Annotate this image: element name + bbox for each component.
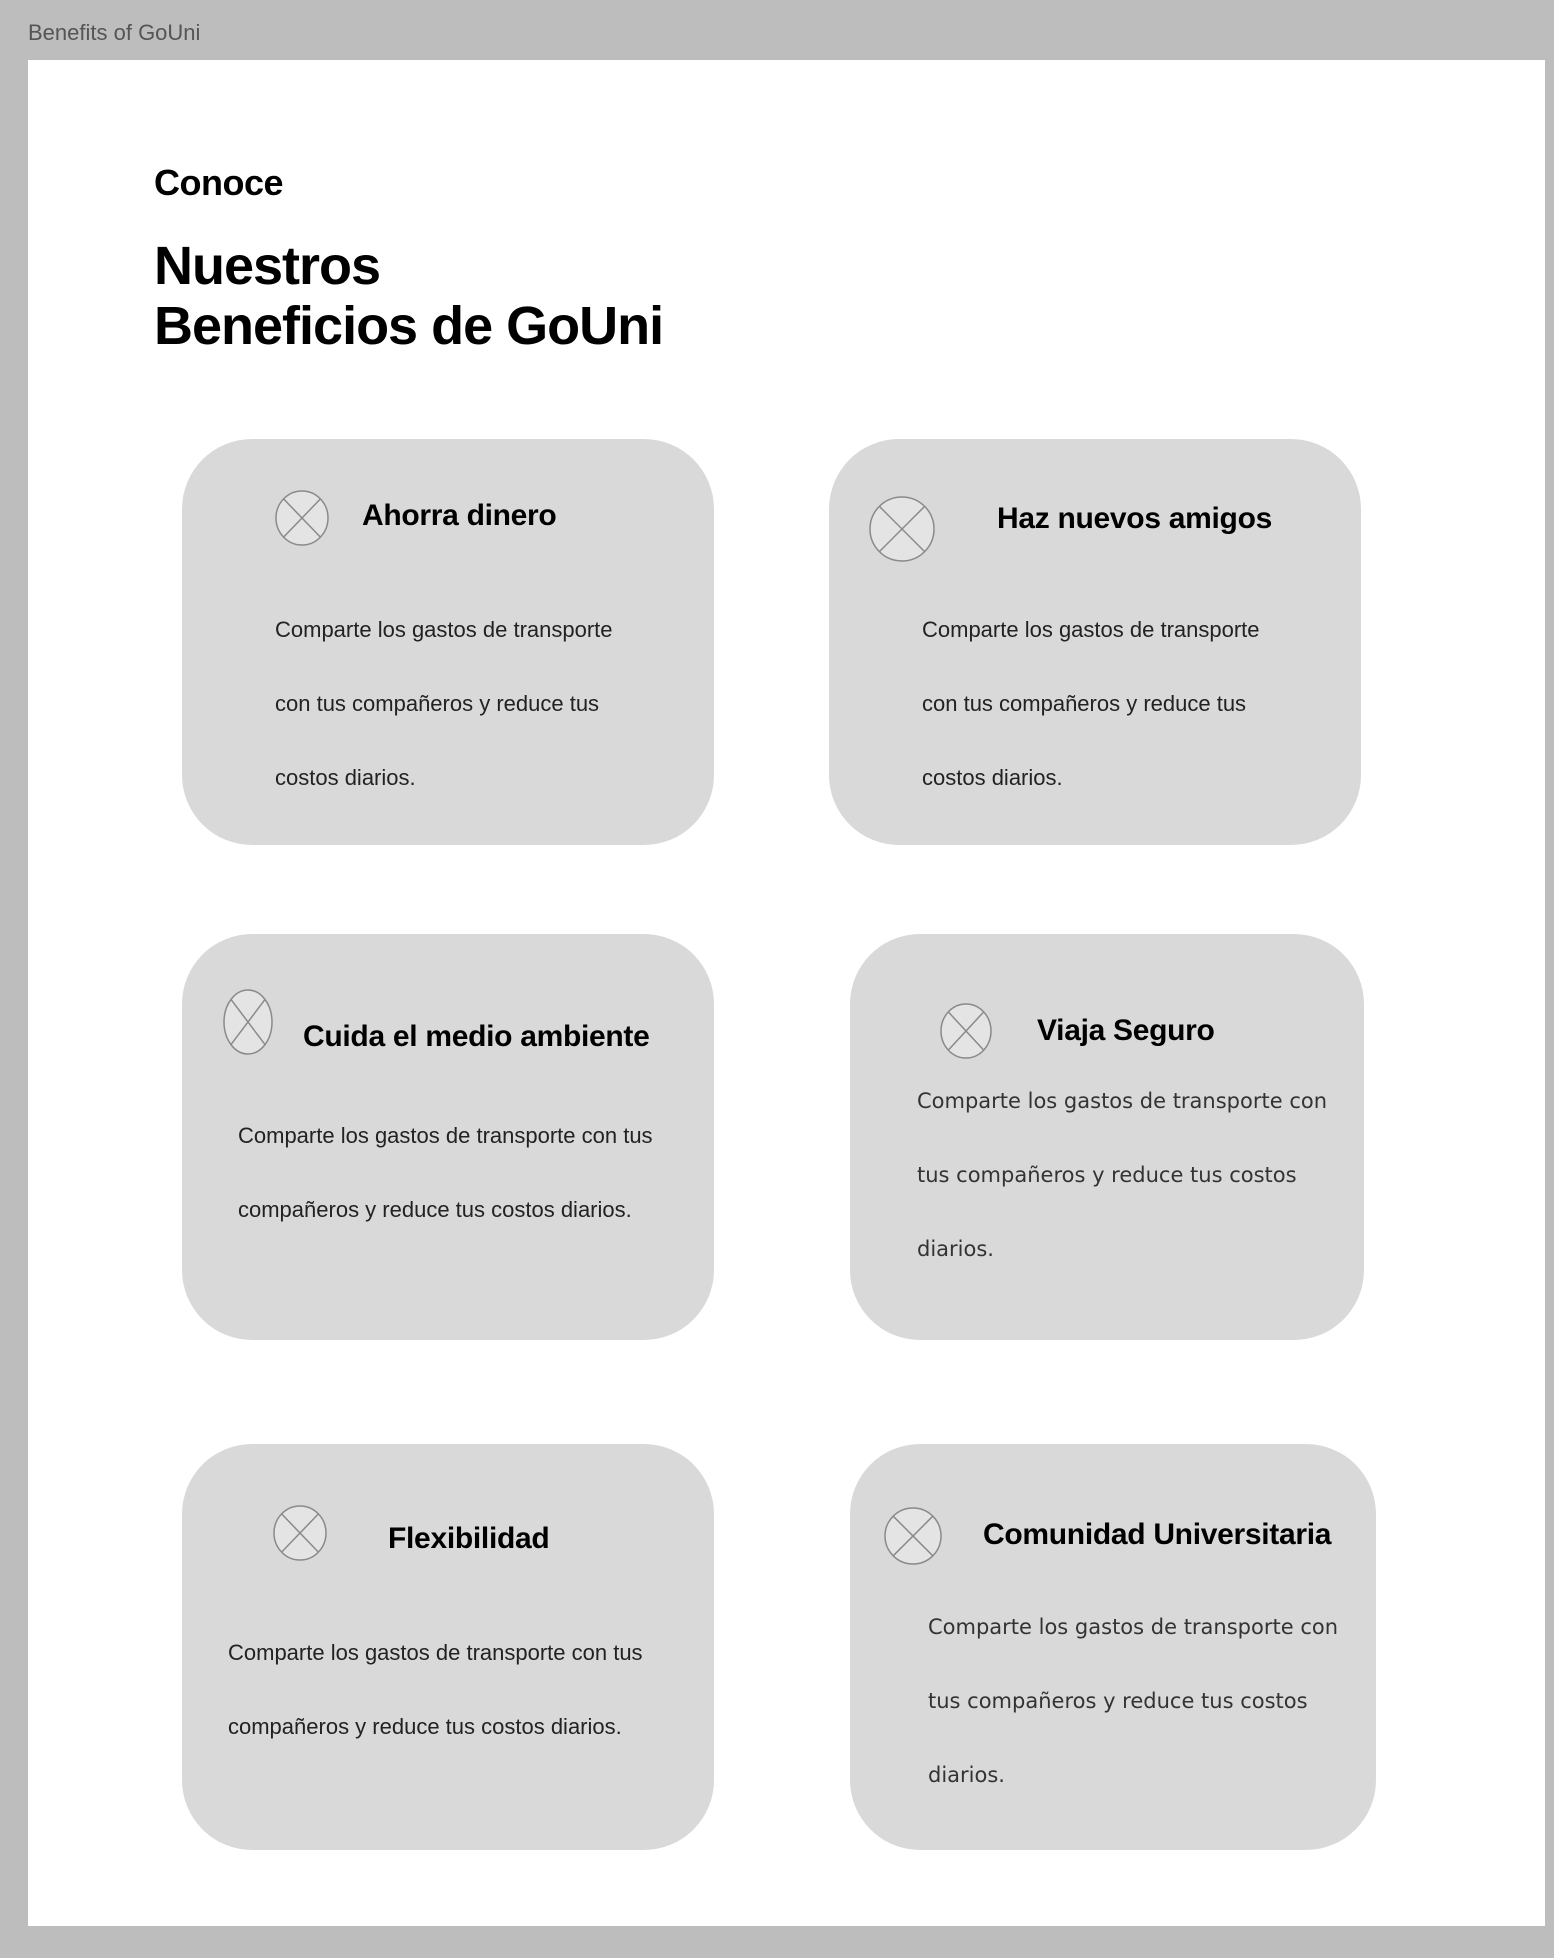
card-title: Haz nuevos amigos [997, 502, 1272, 535]
frame-label: Benefits of GoUni [28, 20, 201, 45]
benefit-card-haz-nuevos-amigos: Haz nuevos amigos Comparte los gastos de… [829, 439, 1361, 845]
card-title: Ahorra dinero [362, 499, 557, 532]
card-description: Comparte los gastos de transporte con tu… [922, 617, 1260, 790]
image-placeholder-icon [275, 490, 329, 546]
image-placeholder-icon [884, 1507, 942, 1565]
image-placeholder-icon [273, 1505, 327, 1561]
card-description: Comparte los gastos de transporte con tu… [228, 1640, 643, 1739]
benefit-card-comunidad-universitaria: Comunidad Universitaria Comparte los gas… [850, 1444, 1376, 1850]
card-description: Comparte los gastos de transporte con tu… [917, 1089, 1328, 1261]
card-title: Comunidad Universitaria [983, 1518, 1332, 1551]
image-placeholder-icon [223, 989, 273, 1055]
card-title: Flexibilidad [388, 1522, 550, 1555]
image-placeholder-icon [869, 496, 935, 562]
benefit-card-ahorra-dinero: Ahorra dinero Comparte los gastos de tra… [182, 439, 714, 845]
section-eyebrow: Conoce [154, 162, 284, 203]
image-placeholder-icon [940, 1003, 992, 1059]
card-description: Comparte los gastos de transporte con tu… [238, 1123, 653, 1222]
benefit-card-viaja-seguro: Viaja Seguro Comparte los gastos de tran… [850, 934, 1364, 1340]
page-title-line-1: Nuestros [154, 236, 381, 296]
card-description: Comparte los gastos de transporte con tu… [928, 1615, 1339, 1787]
benefit-card-cuida-el-medio-ambiente: Cuida el medio ambiente Comparte los gas… [182, 934, 714, 1340]
card-title: Viaja Seguro [1037, 1014, 1215, 1047]
benefit-card-flexibilidad: Flexibilidad Comparte los gastos de tran… [182, 1444, 714, 1850]
page-title: Nuestros Beneficios de GoUni [154, 236, 664, 356]
page-title-line-2: Beneficios de GoUni [154, 296, 664, 356]
card-title: Cuida el medio ambiente [303, 1020, 650, 1053]
benefits-frame: Conoce Nuestros Beneficios de GoUni Ahor… [28, 60, 1545, 1926]
card-description: Comparte los gastos de transporte con tu… [275, 617, 613, 790]
